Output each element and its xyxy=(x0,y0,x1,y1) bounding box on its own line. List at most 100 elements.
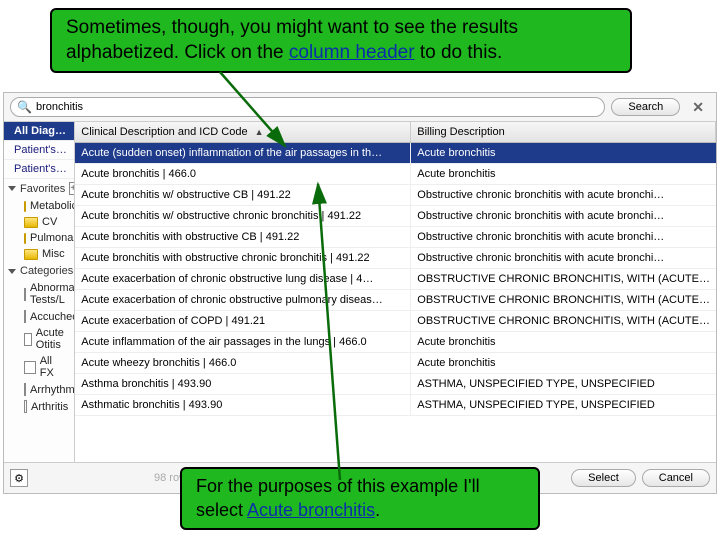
cell-billing: OBSTRUCTIVE CHRONIC BRONCHITIS, WITH (AC… xyxy=(411,290,716,310)
cell-billing: ASTHMA, UNSPECIFIED TYPE, UNSPECIFIED xyxy=(411,374,716,394)
callout-text: to do this. xyxy=(415,42,503,63)
sidebar-category-item[interactable]: Accucheck xyxy=(4,308,74,325)
table-row[interactable]: Acute exacerbation of chronic obstructiv… xyxy=(75,269,716,290)
close-icon[interactable]: ✕ xyxy=(686,99,710,116)
column-headers: Clinical Description and ICD Code ▲ Bill… xyxy=(75,122,716,143)
cell-clinical: Acute (sudden onset) inflammation of the… xyxy=(75,143,411,163)
cell-billing: OBSTRUCTIVE CHRONIC BRONCHITIS, WITH (AC… xyxy=(411,311,716,331)
chevron-down-icon xyxy=(8,186,16,191)
callout-text: . xyxy=(375,500,380,520)
cell-billing: ASTHMA, UNSPECIFIED TYPE, UNSPECIFIED xyxy=(411,395,716,415)
group-label: Categories xyxy=(20,265,73,277)
document-icon xyxy=(24,288,26,301)
sidebar-category-item[interactable]: All FX xyxy=(4,353,74,381)
cell-billing: Acute bronchitis xyxy=(411,164,716,184)
table-row[interactable]: Acute exacerbation of chronic obstructiv… xyxy=(75,290,716,311)
table-row[interactable]: Acute bronchitis | 466.0Acute bronchitis xyxy=(75,164,716,185)
cell-clinical: Asthma bronchitis | 493.90 xyxy=(75,374,411,394)
cell-clinical: Acute bronchitis with obstructive chroni… xyxy=(75,248,411,268)
sidebar-item-label: Pulmonary xyxy=(30,232,75,244)
callout-link: column header xyxy=(289,42,415,63)
diagnosis-search-window: 🔍 Search ✕ All DiagnosesPatient's Diagno… xyxy=(3,92,717,494)
cell-clinical: Acute inflammation of the air passages i… xyxy=(75,332,411,352)
sidebar-item-label: Abnormal Tests/L xyxy=(30,282,75,306)
sidebar-favorite-item[interactable]: Misc xyxy=(4,246,74,262)
gear-icon: ⚙ xyxy=(14,472,24,485)
cell-billing: Obstructive chronic bronchitis with acut… xyxy=(411,185,716,205)
favorites-group[interactable]: Favorites + xyxy=(4,179,74,198)
sidebar-item-label: Acute Otitis xyxy=(36,327,68,351)
document-icon xyxy=(24,361,36,374)
sidebar-item-label: Misc xyxy=(42,248,65,260)
cell-billing: Acute bronchitis xyxy=(411,353,716,373)
cell-clinical: Acute bronchitis with obstructive CB | 4… xyxy=(75,227,411,247)
sidebar-item-label: Accucheck xyxy=(30,311,75,323)
sidebar-item[interactable]: Patient's Diagnoses xyxy=(4,141,74,160)
folder-icon xyxy=(24,201,26,212)
cell-clinical: Acute bronchitis w/ obstructive chronic … xyxy=(75,206,411,226)
sidebar-category-item[interactable]: Arrhythmias xyxy=(4,381,74,398)
search-button[interactable]: Search xyxy=(611,98,680,116)
table-row[interactable]: Acute wheezy bronchitis | 466.0Acute bro… xyxy=(75,353,716,374)
document-icon xyxy=(24,333,32,346)
column-header-clinical[interactable]: Clinical Description and ICD Code ▲ xyxy=(75,122,411,142)
sidebar-item-label: Metabolic xyxy=(30,200,75,212)
table-row[interactable]: Asthma bronchitis | 493.90ASTHMA, UNSPEC… xyxy=(75,374,716,395)
table-row[interactable]: Acute bronchitis with obstructive CB | 4… xyxy=(75,227,716,248)
select-button[interactable]: Select xyxy=(571,469,636,487)
sort-indicator-icon: ▲ xyxy=(255,127,264,137)
table-row[interactable]: Acute exacerbation of COPD | 491.21OBSTR… xyxy=(75,311,716,332)
sidebar-item-label: CV xyxy=(42,216,57,228)
column-header-billing[interactable]: Billing Description xyxy=(411,122,716,142)
document-icon xyxy=(24,383,26,396)
search-icon: 🔍 xyxy=(17,100,32,114)
sidebar-category-item[interactable]: Arthritis xyxy=(4,398,74,415)
search-field-wrap[interactable]: 🔍 xyxy=(10,97,605,117)
folder-icon xyxy=(24,233,26,244)
search-input[interactable] xyxy=(36,101,598,113)
sidebar-item[interactable]: All Diagnoses xyxy=(4,122,74,141)
cell-clinical: Acute exacerbation of chronic obstructiv… xyxy=(75,290,411,310)
sidebar-favorite-item[interactable]: Pulmonary xyxy=(4,230,74,246)
table-row[interactable]: Asthmatic bronchitis | 493.90ASTHMA, UNS… xyxy=(75,395,716,416)
folder-icon xyxy=(24,249,38,260)
document-icon xyxy=(24,310,26,323)
sidebar-item-label: All FX xyxy=(40,355,69,379)
search-bar: 🔍 Search ✕ xyxy=(4,93,716,122)
sidebar-category-item[interactable]: Abnormal Tests/L xyxy=(4,280,74,308)
document-icon xyxy=(24,400,27,413)
cell-billing: Acute bronchitis xyxy=(411,332,716,352)
group-label: Favorites xyxy=(20,183,65,195)
cell-clinical: Acute exacerbation of COPD | 491.21 xyxy=(75,311,411,331)
table-row[interactable]: Acute inflammation of the air passages i… xyxy=(75,332,716,353)
categories-group[interactable]: Categories xyxy=(4,262,74,280)
cell-clinical: Acute bronchitis | 466.0 xyxy=(75,164,411,184)
cell-billing: Acute bronchitis xyxy=(411,143,716,163)
sidebar-favorite-item[interactable]: CV xyxy=(4,214,74,230)
sidebar-favorite-item[interactable]: Metabolic xyxy=(4,198,74,214)
cell-billing: Obstructive chronic bronchitis with acut… xyxy=(411,248,716,268)
results-pane: Clinical Description and ICD Code ▲ Bill… xyxy=(75,122,716,462)
instruction-callout-top: Sometimes, though, you might want to see… xyxy=(50,8,632,73)
sidebar-item[interactable]: Patient's Chronic Diagno xyxy=(4,160,74,179)
table-row[interactable]: Acute bronchitis with obstructive chroni… xyxy=(75,248,716,269)
sidebar-item-label: Arthritis xyxy=(31,401,68,413)
chevron-down-icon xyxy=(8,269,16,274)
cancel-button[interactable]: Cancel xyxy=(642,469,710,487)
cell-billing: Obstructive chronic bronchitis with acut… xyxy=(411,206,716,226)
settings-button[interactable]: ⚙ xyxy=(10,469,28,487)
instruction-callout-bottom: For the purposes of this example I'll se… xyxy=(180,467,540,530)
table-row[interactable]: Acute bronchitis w/ obstructive CB | 491… xyxy=(75,185,716,206)
sidebar-category-item[interactable]: Acute Otitis xyxy=(4,325,74,353)
results-rows: Acute (sudden onset) inflammation of the… xyxy=(75,143,716,462)
sidebar: All DiagnosesPatient's DiagnosesPatient'… xyxy=(4,122,75,462)
table-row[interactable]: Acute bronchitis w/ obstructive chronic … xyxy=(75,206,716,227)
cell-clinical: Asthmatic bronchitis | 493.90 xyxy=(75,395,411,415)
cell-billing: Obstructive chronic bronchitis with acut… xyxy=(411,227,716,247)
column-label: Billing Description xyxy=(417,126,504,138)
callout-link: Acute bronchitis xyxy=(247,500,375,520)
cell-billing: OBSTRUCTIVE CHRONIC BRONCHITIS, WITH (AC… xyxy=(411,269,716,289)
cell-clinical: Acute exacerbation of chronic obstructiv… xyxy=(75,269,411,289)
table-row[interactable]: Acute (sudden onset) inflammation of the… xyxy=(75,143,716,164)
sidebar-item-label: Arrhythmias xyxy=(30,384,75,396)
